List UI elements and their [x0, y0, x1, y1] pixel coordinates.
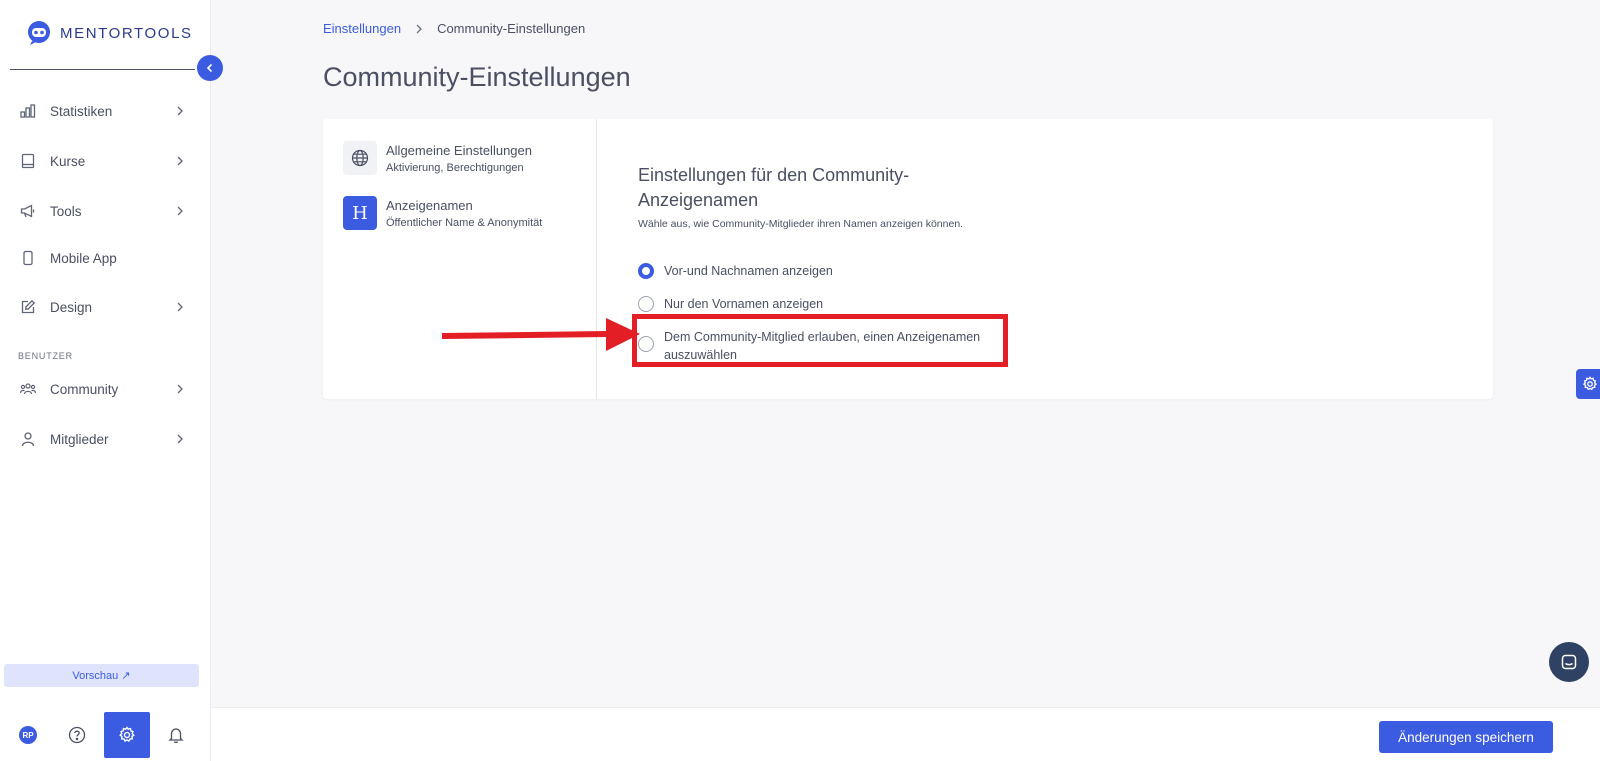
chat-button[interactable]	[1549, 642, 1589, 682]
sidebar-item-kurse[interactable]: Kurse	[0, 141, 210, 181]
book-icon	[20, 153, 36, 169]
chevron-right-icon	[414, 23, 424, 35]
chevron-right-icon	[177, 156, 183, 166]
help-button[interactable]	[54, 712, 100, 758]
sidebar-item-label: Community	[50, 381, 119, 397]
chevron-right-icon	[177, 206, 183, 216]
settings-nav-general[interactable]: Allgemeine Einstellungen Aktivierung, Be…	[343, 141, 583, 181]
sidebar-item-mitglieder[interactable]: Mitglieder	[0, 419, 210, 459]
display-names-panel: Einstellungen für den Community-Anzeigen…	[638, 163, 980, 362]
breadcrumb-current: Community-Einstellungen	[437, 21, 586, 36]
radio-option-custom-name[interactable]: Dem Community-Mitglied erlauben, einen A…	[638, 328, 1004, 364]
chevron-left-icon	[206, 63, 213, 73]
sidebar-item-mobile-app[interactable]: Mobile App	[0, 238, 210, 278]
heading-icon: H	[343, 196, 377, 230]
floating-settings-button[interactable]	[1576, 369, 1600, 399]
sidebar-item-community[interactable]: Community	[0, 369, 210, 409]
section-title: Einstellungen für den Community-Anzeigen…	[638, 165, 910, 210]
settings-card: Allgemeine Einstellungen Aktivierung, Be…	[323, 119, 1493, 399]
settings-nav: Allgemeine Einstellungen Aktivierung, Be…	[323, 119, 597, 399]
page-title: Community-Einstellungen	[323, 62, 631, 92]
notifications-button[interactable]	[153, 712, 199, 758]
radio-button[interactable]	[638, 263, 654, 279]
user-avatar-button[interactable]: RP	[5, 712, 51, 758]
bell-icon	[168, 728, 184, 743]
settings-nav-display-names[interactable]: H Anzeigenamen Öffentlicher Name & Anony…	[343, 196, 583, 236]
sidebar-item-label: Kurse	[50, 153, 86, 169]
sidebar-item-statistiken[interactable]: Statistiken	[0, 91, 210, 131]
radio-button[interactable]	[638, 336, 654, 352]
chat-icon	[1561, 654, 1577, 670]
globe-icon	[343, 141, 377, 175]
collapse-sidebar-button[interactable]	[197, 55, 223, 81]
sidebar-item-label: Tools	[50, 203, 82, 219]
settings-button[interactable]	[104, 712, 150, 758]
chevron-right-icon	[177, 384, 183, 394]
sidebar-item-label: Mobile App	[50, 250, 117, 266]
brand-logo[interactable]: MENTORTOOLS	[26, 20, 193, 46]
edit-icon	[20, 299, 36, 315]
preview-button[interactable]: Vorschau ↗	[4, 664, 199, 687]
settings-nav-subtitle: Öffentlicher Name & Anonymität	[386, 217, 543, 229]
user-icon	[20, 431, 36, 447]
radio-label: Vor-und Nachnamen anzeigen	[664, 264, 833, 278]
sidebar-item-design[interactable]: Design	[0, 287, 210, 327]
radio-label: Nur den Vornamen anzeigen	[664, 297, 824, 311]
sidebar-bottom-bar: RP	[0, 712, 210, 761]
section-description: Wähle aus, wie Community-Mitglieder ihre…	[638, 218, 964, 230]
sidebar-item-label: Statistiken	[50, 103, 113, 119]
sidebar-divider	[10, 69, 195, 70]
settings-nav-title: Allgemeine Einstellungen	[386, 143, 532, 158]
radio-button[interactable]	[638, 296, 654, 312]
users-icon	[20, 381, 36, 397]
chevron-right-icon	[177, 106, 183, 116]
chevron-right-icon	[177, 302, 183, 312]
radio-option-full-name[interactable]: Vor-und Nachnamen anzeigen	[638, 262, 1004, 280]
section-label-benutzer: BENUTZER	[18, 351, 73, 361]
brand-name: MENTORTOOLS	[60, 24, 193, 42]
gear-icon	[1582, 376, 1598, 391]
sidebar-item-label: Mitglieder	[50, 431, 109, 447]
settings-nav-title: Anzeigenamen	[386, 198, 473, 213]
save-changes-button[interactable]: Änderungen speichern	[1379, 721, 1553, 753]
breadcrumb: Einstellungen Community-Einstellungen	[323, 21, 585, 36]
avatar: RP	[19, 726, 37, 744]
radio-label: Dem Community-Mitglied erlauben, einen A…	[664, 330, 981, 362]
sidebar-item-tools[interactable]: Tools	[0, 191, 210, 231]
sidebar: MENTORTOOLS Statistiken Kurse Tools Mobi…	[0, 0, 211, 761]
settings-nav-subtitle: Aktivierung, Berechtigungen	[386, 162, 524, 174]
gear-icon	[119, 726, 135, 742]
breadcrumb-link-einstellungen[interactable]: Einstellungen	[323, 21, 401, 36]
robot-logo-icon	[28, 21, 50, 45]
help-icon	[68, 726, 86, 744]
megaphone-icon	[20, 203, 36, 219]
sidebar-item-label: Design	[50, 299, 93, 315]
radio-option-first-name[interactable]: Nur den Vornamen anzeigen	[638, 295, 1004, 313]
bar-chart-icon	[20, 103, 36, 119]
chevron-right-icon	[177, 434, 183, 444]
phone-icon	[20, 250, 36, 266]
